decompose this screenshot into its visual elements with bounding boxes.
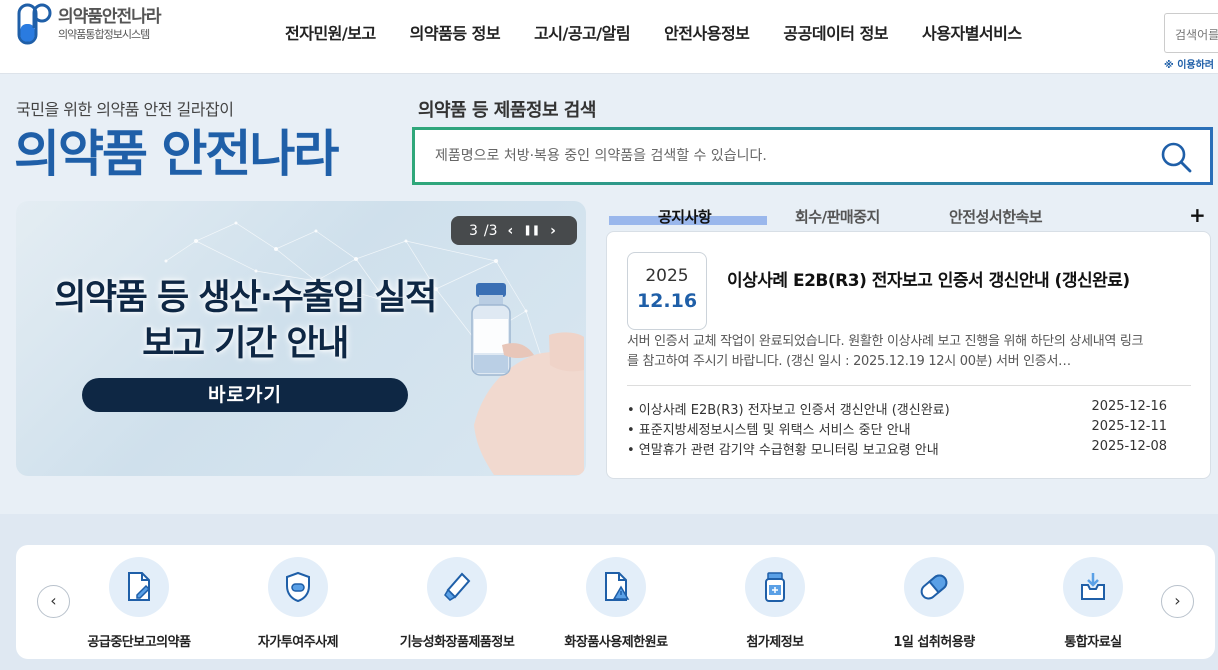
notice-item-title: • 연말휴가 관련 감기약 수급현황 모니터링 보고요령 안내: [627, 443, 939, 458]
quick-item-restricted-ingredients[interactable]: 화장품사용제한원료: [541, 557, 691, 650]
notice-item-title: • 표준지방세정보시스템 및 위택스 서비스 중단 안내: [627, 423, 911, 438]
quick-item-label: 화장품사용제한원료: [564, 635, 668, 650]
featured-month-day: 12.16: [636, 290, 698, 312]
notice-list-item[interactable]: • 연말휴가 관련 감기약 수급현황 모니터링 보고요령 안내 2025-12-…: [627, 439, 1167, 459]
slide-total: /3: [483, 222, 498, 239]
tab-notices[interactable]: 공지사항: [658, 206, 712, 227]
document-warning-icon: [586, 557, 646, 617]
tab-recalls[interactable]: 회수/판매중지: [795, 206, 880, 227]
featured-date-box: 2025 12.16: [627, 252, 707, 330]
notice-item-date: 2025-12-08: [1091, 439, 1167, 454]
banner-headline-line1: 의약품 등 생산·수출입 실적: [54, 278, 437, 318]
banner-headline-line2: 보고 기간 안내: [142, 324, 349, 364]
product-search-input[interactable]: [435, 144, 1135, 168]
quick-item-functional-cosmetics[interactable]: 기능성화장품제품정보: [382, 557, 532, 650]
notice-list-item[interactable]: • 이상사례 E2B(R3) 전자보고 인증서 갱신안내 (갱신완료) 2025…: [627, 399, 1167, 419]
notice-card: 2025 12.16 이상사례 E2B(R3) 전자보고 인증서 갱신안내 (갱…: [606, 231, 1211, 479]
nav-item-public-data[interactable]: 공공데이터 정보: [783, 20, 888, 44]
notice-tabs: 공지사항 회수/판매중지 안전성서한속보 +: [608, 203, 1213, 228]
slide-prev-button[interactable]: ‹: [508, 223, 514, 239]
header-search-input[interactable]: 검색어를: [1164, 13, 1218, 53]
cosmetic-tube-icon: [427, 557, 487, 617]
notice-list-item[interactable]: • 표준지방세정보시스템 및 위택스 서비스 중단 안내 2025-12-11: [627, 419, 1167, 439]
slide-pause-button[interactable]: ❚❚: [523, 225, 540, 236]
featured-year: 2025: [645, 266, 689, 286]
quick-item-archive[interactable]: 통합자료실: [1018, 557, 1168, 650]
notice-item-date: 2025-12-16: [1091, 399, 1167, 414]
shield-pill-icon: [268, 557, 328, 617]
nav-item-safety-info[interactable]: 안전사용정보: [664, 20, 750, 44]
main-nav: 전자민원/보고 의약품등 정보 고시/공고/알림 안전사용정보 공공데이터 정보…: [268, 20, 1039, 44]
promo-banner[interactable]: 의약품 등 생산·수출입 실적 보고 기간 안내 바로가기 3 /3 ‹ ❚❚ …: [16, 201, 586, 476]
product-search-title: 의약품 등 제품정보 검색: [418, 100, 596, 121]
quick-item-daily-intake[interactable]: 1일 섭취허용량: [859, 557, 1009, 650]
featured-notice-summary: 서버 인증서 교체 작업이 완료되었습니다. 원활한 이상사례 보고 진행을 위…: [627, 334, 1144, 369]
quick-item-supply-shortage[interactable]: 공급중단보고의약품: [64, 557, 214, 650]
quick-item-label: 통합자료실: [1064, 635, 1122, 650]
quick-item-label: 첨가제정보: [746, 635, 804, 650]
quick-item-label: 1일 섭취허용량: [893, 635, 975, 650]
capsule-icon: [904, 557, 964, 617]
product-search-box: [412, 127, 1213, 185]
logo-title: 의약품안전나라: [58, 6, 161, 27]
banner-headline: 의약품 등 생산·수출입 실적 보고 기간 안내: [16, 275, 474, 367]
nav-item-user-services[interactable]: 사용자별서비스: [922, 20, 1022, 44]
notice-divider: [627, 385, 1191, 386]
download-box-icon: [1063, 557, 1123, 617]
quick-item-label: 자가투여주사제: [257, 635, 339, 650]
banner-go-button[interactable]: 바로가기: [82, 378, 408, 412]
quick-item-label: 기능성화장품제품정보: [399, 635, 515, 650]
hero-brand-title: 의약품 안전나라: [14, 125, 339, 183]
document-edit-icon: [109, 557, 169, 617]
nav-item-e-petition[interactable]: 전자민원/보고: [285, 20, 376, 44]
logo-mark-icon: [17, 3, 52, 45]
logo-subtitle: 의약품통합정보시스템: [58, 27, 150, 41]
notice-more-button[interactable]: +: [1189, 203, 1206, 227]
tab-safety-letters[interactable]: 안전성서한속보: [949, 206, 1043, 227]
medicine-bottle-icon: [745, 557, 805, 617]
notice-list: • 이상사례 E2B(R3) 전자보고 인증서 갱신안내 (갱신완료) 2025…: [627, 399, 1167, 459]
quick-item-additives[interactable]: 첨가제정보: [700, 557, 850, 650]
quick-item-label: 공급중단보고의약품: [87, 635, 191, 650]
header-search-hint: ※ 이용하려: [1164, 60, 1215, 71]
notice-item-date: 2025-12-11: [1091, 419, 1167, 434]
slide-controls: 3 /3 ‹ ❚❚ ›: [451, 216, 577, 245]
featured-notice-title[interactable]: 이상사례 E2B(R3) 전자보고 인증서 갱신안내 (갱신완료): [727, 266, 1130, 291]
notice-item-title: • 이상사례 E2B(R3) 전자보고 인증서 갱신안내 (갱신완료): [627, 403, 950, 418]
nav-item-notices[interactable]: 고시/공고/알림: [534, 20, 631, 44]
vial-hand-illustration: [471, 283, 584, 475]
site-header: 의약품안전나라 의약품통합정보시스템 전자민원/보고 의약품등 정보 고시/공고…: [0, 0, 1218, 74]
site-logo[interactable]: 의약품안전나라 의약품통합정보시스템: [16, 2, 186, 46]
quick-item-self-injection[interactable]: 자가투여주사제: [223, 557, 373, 650]
nav-item-drug-info[interactable]: 의약품등 정보: [410, 20, 501, 44]
slide-next-button[interactable]: ›: [550, 223, 556, 239]
slide-current: 3: [469, 222, 478, 239]
search-icon[interactable]: [1160, 141, 1192, 173]
